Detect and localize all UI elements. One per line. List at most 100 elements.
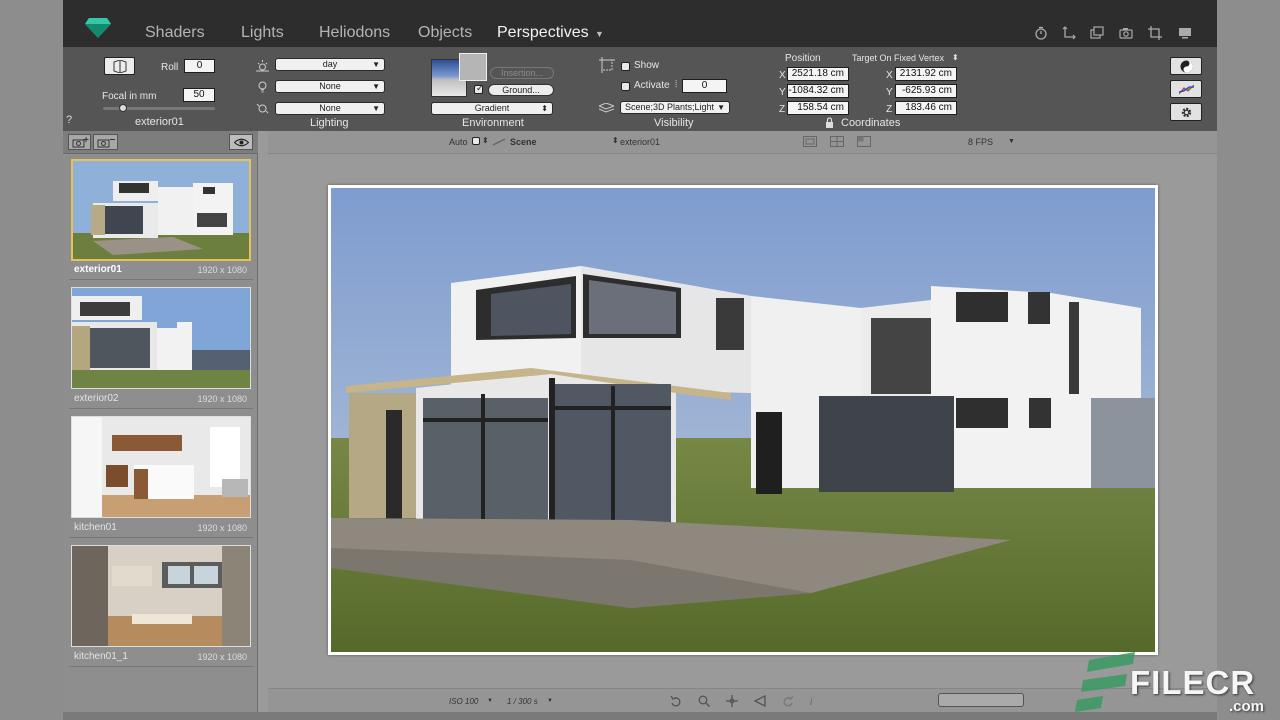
stepper-icon[interactable]: ⦙ [675,79,677,90]
zoom-icon[interactable] [698,695,710,707]
render-viewport[interactable] [268,154,1217,688]
tab-heliodons[interactable]: Heliodons [319,24,390,42]
activate-checkbox[interactable] [621,82,630,91]
lock-icon[interactable] [825,117,834,128]
perspective-name: kitchen01_1 [74,651,128,662]
neon-light-select[interactable]: None ▼ [275,102,385,115]
ground-checkbox[interactable]: ✓ [474,83,484,94]
show-label: Show [634,60,660,71]
info-icon[interactable]: i [810,697,812,708]
roll-label: Roll [161,62,179,73]
position-x-input[interactable]: 2521.18 cm [787,67,849,81]
lighting-group-title: Lighting [310,117,349,129]
yin-yang-icon [1180,60,1193,73]
ground-color-swatch[interactable] [459,53,487,81]
gem-logo-icon [85,18,111,38]
viewbar-camera-name: exterior01 [620,137,661,147]
artificial-light-value: None [319,81,341,91]
roll-input[interactable]: 0 [184,59,215,73]
perspective-thumbnail-exterior01[interactable] [71,159,251,261]
axes-icon[interactable] [1062,26,1076,40]
display-icon[interactable] [1178,26,1192,40]
camera-icon[interactable] [1119,26,1133,40]
house-render-image [331,188,1155,652]
progress-bar [938,693,1024,707]
fps-select[interactable]: 8 FPS [968,137,993,147]
stepper-icon[interactable]: ⬍ [612,136,619,145]
add-camera-button[interactable] [68,134,91,150]
position-z-input[interactable]: 158.54 cm [787,101,849,115]
target-z-input[interactable]: 183.46 cm [895,101,957,115]
pan-icon[interactable] [726,695,738,707]
perspective-thumbnail-kitchen01[interactable] [71,416,251,518]
perspective-dimensions: 1920 x 1080 [197,265,247,275]
perspective-tool-icon[interactable] [754,695,766,707]
target-x-input[interactable]: 2131.92 cm [895,67,957,81]
render-mode-button[interactable] [1170,57,1202,75]
horizontal-scrollbar[interactable] [63,712,1217,720]
tab-lights[interactable]: Lights [241,24,284,42]
undo-icon[interactable] [670,695,682,707]
perspectives-panel: exterior01 1920 x 1080 exterior02 1920 x… [63,131,258,720]
insertion-button[interactable]: Insertion... [490,67,554,79]
frame-split-icon[interactable] [857,136,871,147]
show-checkbox[interactable] [621,62,630,71]
environment-type-value: Gradient [474,103,510,113]
sun-select[interactable]: day ▼ [275,58,385,71]
eye-icon [234,138,249,147]
exterior01-preview-image [73,161,249,259]
focal-input[interactable]: 50 [183,88,215,102]
perspective-cube-icon [113,60,127,73]
focal-slider-knob[interactable] [119,104,128,112]
visibility-group-title: Visibility [654,117,694,129]
perspective-thumbnail-exterior02[interactable] [71,287,251,389]
preview-toggle-button[interactable] [229,134,253,150]
camera-add-icon [72,137,89,148]
chevron-down-icon[interactable]: ▼ [487,698,493,704]
crop-icon[interactable] [1148,26,1162,40]
timer-icon[interactable] [1034,26,1048,40]
frame-icon [599,57,615,73]
render-preview[interactable] [328,185,1158,655]
perspective-thumbnail-kitchen01-1[interactable] [71,545,251,647]
stepper-icon[interactable]: ⬍ [482,136,489,145]
stepper-icon[interactable]: ⬍ [952,53,959,62]
target-y-input[interactable]: -625.93 cm [895,84,957,98]
visibility-layers-select[interactable]: Scene;3D Plants;Light ▼ [620,101,730,114]
help-icon[interactable]: ? [66,114,72,126]
chevron-down-icon[interactable]: ▼ [547,698,553,704]
tab-objects[interactable]: Objects [418,24,472,42]
position-label: Position [785,53,821,64]
divider [69,408,253,409]
shutter-select[interactable]: 1 / 300 s [507,697,538,706]
frame-single-icon[interactable] [803,136,817,147]
redo-icon[interactable] [782,695,794,707]
artificial-light-select[interactable]: None ▼ [275,80,385,93]
exterior02-preview-image [72,288,250,388]
camera-mode-button[interactable] [104,57,135,75]
activate-value-input[interactable]: 0 [682,79,727,93]
target-y-axis: Y [886,87,893,98]
perspective-name: kitchen01 [74,522,117,533]
frame-grid-icon[interactable] [830,136,844,147]
watermark: FILECR .com [1073,652,1273,720]
auto-checkbox[interactable] [472,137,480,145]
color-adjust-button[interactable] [1170,80,1202,98]
iso-select[interactable]: ISO 100 [449,697,478,706]
environment-type-select[interactable]: Gradient ⬍ [431,102,553,115]
activate-label: Activate [634,80,670,91]
perspectives-dropdown-icon[interactable]: ▼ [595,29,604,39]
camera-remove-icon [97,139,115,148]
watermark-text: FILECR [1130,664,1256,701]
perspective-toolbar: Roll 0 Focal in mm 50 exterior01 ? day ▼ … [63,47,1217,131]
tab-shaders[interactable]: Shaders [145,24,205,42]
coordinates-group-title: Coordinates [841,117,901,129]
settings-button[interactable] [1170,103,1202,121]
sun-select-value: day [322,59,338,69]
windows-icon[interactable] [1090,26,1104,40]
position-y-input[interactable]: -1084.32 cm [787,84,849,98]
ground-button[interactable]: Ground... [488,84,554,96]
tab-perspectives[interactable]: Perspectives [497,24,589,42]
remove-camera-button[interactable] [93,134,118,150]
chevron-down-icon[interactable]: ▼ [1008,138,1015,145]
